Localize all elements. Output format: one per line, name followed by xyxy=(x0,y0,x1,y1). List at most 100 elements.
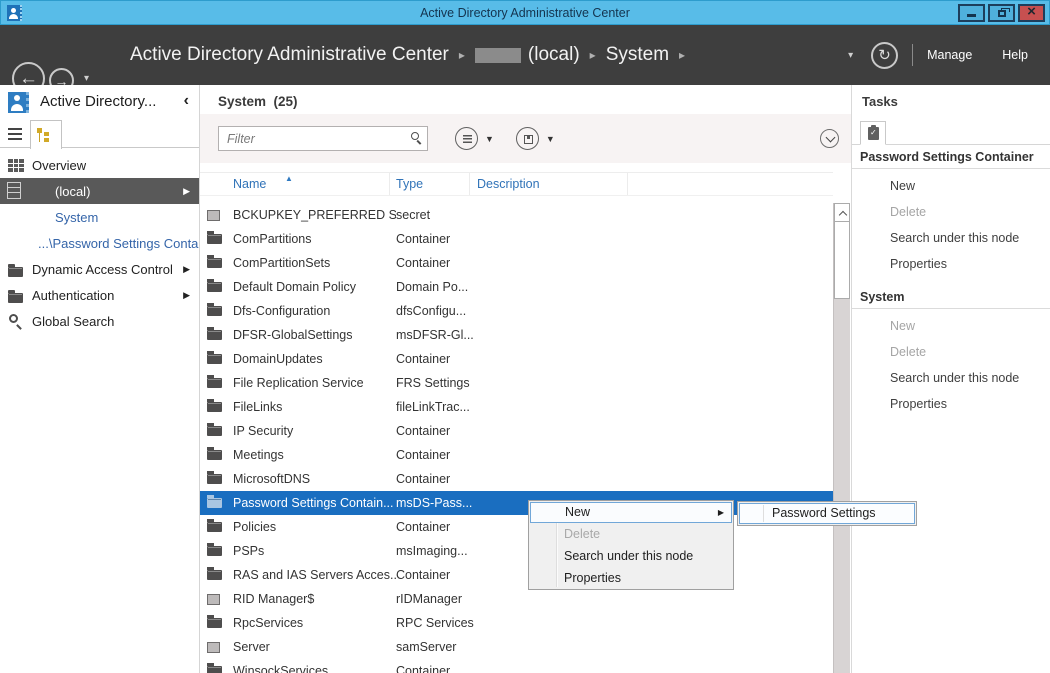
column-header-name[interactable]: Name ▲ xyxy=(200,173,390,195)
cell-name: WinsockServices xyxy=(233,664,396,673)
table-row[interactable]: Server samServer xyxy=(200,635,833,659)
task-item[interactable]: Delete xyxy=(852,339,1050,365)
object-type-icon xyxy=(207,522,222,532)
object-type-icon xyxy=(207,258,222,268)
expand-arrow-icon[interactable]: ▶ xyxy=(183,290,190,301)
criteria-dropdown-icon[interactable]: ▼ xyxy=(485,134,494,144)
restore-button[interactable] xyxy=(988,4,1015,22)
table-row[interactable]: DFSR-GlobalSettings msDFSR-Gl... xyxy=(200,323,833,347)
submenu-item-password-settings[interactable]: Password Settings xyxy=(739,503,915,524)
page-title-text: System xyxy=(218,94,266,109)
redacted-domain-name xyxy=(475,48,521,63)
add-criteria-button[interactable] xyxy=(455,127,478,150)
table-row[interactable]: ComPartitionSets Container xyxy=(200,251,833,275)
clipboard-icon xyxy=(868,127,879,140)
sidebar-item-label: Dynamic Access Control xyxy=(32,262,173,277)
breadcrumb-separator-icon: ▸ xyxy=(459,48,465,62)
tasks-title: Tasks xyxy=(862,94,898,109)
sidebar-item-label: Overview xyxy=(32,158,86,173)
table-row[interactable]: BCKUPKEY_PREFERRED Se... secret xyxy=(200,203,833,227)
tasks-item-list: New Delete Search under this node Proper… xyxy=(852,309,1050,425)
column-header-description[interactable]: Description xyxy=(470,173,628,195)
table-row[interactable]: DomainUpdates Container xyxy=(200,347,833,371)
manage-menu[interactable]: Manage xyxy=(927,48,972,62)
app-icon xyxy=(7,5,22,21)
table-row[interactable]: RAS and IAS Servers Acces... Container xyxy=(200,563,833,587)
breadcrumb-dropdown-icon[interactable]: ▾ xyxy=(848,50,853,61)
sidebar-item-system[interactable]: System xyxy=(0,204,199,230)
context-menu-item[interactable]: Delete xyxy=(529,523,733,545)
expand-arrow-icon[interactable]: ▶ xyxy=(183,264,190,275)
sidebar-item-overview[interactable]: Overview xyxy=(0,152,199,178)
save-query-button[interactable] xyxy=(516,127,539,150)
sidebar-item-password-settings-container[interactable]: ...\Password Settings Contai... xyxy=(0,230,199,256)
tree-view-tab[interactable] xyxy=(30,120,62,149)
context-menu-item-label: New xyxy=(565,505,590,519)
table-row[interactable]: FileLinks fileLinkTrac... xyxy=(200,395,833,419)
scroll-up-icon[interactable] xyxy=(834,203,850,222)
table-row[interactable]: WinsockServices Container xyxy=(200,659,833,673)
tasks-tab[interactable] xyxy=(860,121,886,145)
list-view-tab[interactable] xyxy=(6,125,28,143)
task-item[interactable]: Properties xyxy=(852,391,1050,417)
task-item[interactable]: New xyxy=(852,313,1050,339)
context-menu-item[interactable]: New ▶ xyxy=(530,502,732,523)
scrollbar-thumb[interactable] xyxy=(834,222,850,299)
collapse-pane-icon[interactable]: ‹ xyxy=(184,92,189,110)
cell-name: DFSR-GlobalSettings xyxy=(233,328,396,342)
cell-type: Domain Po... xyxy=(396,280,546,294)
breadcrumb-domain[interactable]: (local) xyxy=(528,44,580,66)
domain-icon xyxy=(7,182,21,199)
object-type-icon xyxy=(207,282,222,292)
object-type-icon xyxy=(207,666,222,673)
sidebar-item-authentication[interactable]: Authentication ▶ xyxy=(0,282,199,308)
task-item[interactable]: New xyxy=(852,173,1050,199)
breadcrumb-root[interactable]: Active Directory Administrative Center xyxy=(130,44,449,66)
task-item[interactable]: Delete xyxy=(852,199,1050,225)
sidebar-item-dynamic-access-control[interactable]: Dynamic Access Control ▶ xyxy=(0,256,199,282)
tasks-panel: Tasks Password Settings Container New De… xyxy=(851,85,1050,673)
context-menu-item[interactable]: Search under this node xyxy=(529,545,733,567)
refresh-button[interactable]: ↻ xyxy=(871,42,898,69)
close-button[interactable]: × xyxy=(1018,4,1045,22)
table-row[interactable]: MicrosoftDNS Container xyxy=(200,467,833,491)
save-dropdown-icon[interactable]: ▼ xyxy=(546,134,555,144)
filter-input[interactable] xyxy=(218,126,428,151)
table-row[interactable]: RpcServices RPC Services xyxy=(200,611,833,635)
task-item[interactable]: Search under this node xyxy=(852,225,1050,251)
sidebar-item-label: Global Search xyxy=(32,314,114,329)
table-row[interactable]: IP Security Container xyxy=(200,419,833,443)
help-menu[interactable]: Help xyxy=(1002,48,1028,62)
context-menu-item[interactable]: Properties xyxy=(529,567,733,589)
cell-name: IP Security xyxy=(233,424,396,438)
task-item[interactable]: Search under this node xyxy=(852,365,1050,391)
breadcrumb: Active Directory Administrative Center ▸… xyxy=(130,25,695,85)
history-dropdown-icon[interactable]: ▾ xyxy=(84,73,89,84)
object-type-icon xyxy=(207,210,220,221)
sidebar-item-global-search[interactable]: Global Search xyxy=(0,308,199,334)
breadcrumb-system[interactable]: System xyxy=(606,44,669,66)
context-menu: New ▶ Delete Search under this node Prop… xyxy=(528,500,734,590)
cell-name: ComPartitions xyxy=(233,232,396,246)
table-row[interactable]: Default Domain Policy Domain Po... xyxy=(200,275,833,299)
task-item[interactable]: Properties xyxy=(852,251,1050,277)
vertical-scrollbar[interactable] xyxy=(833,203,850,673)
table-row[interactable]: File Replication Service FRS Settings xyxy=(200,371,833,395)
column-header-type[interactable]: Type xyxy=(390,173,470,195)
submenu-item-label: Password Settings xyxy=(772,506,876,520)
expand-panel-icon[interactable] xyxy=(820,129,839,148)
sort-ascending-icon: ▲ xyxy=(285,174,293,183)
overview-grid-icon xyxy=(8,159,24,172)
nav-divider xyxy=(912,44,913,66)
cell-name: MicrosoftDNS xyxy=(233,472,396,486)
sidebar-item-local-domain[interactable]: (local) ▶ xyxy=(0,178,199,204)
object-type-icon xyxy=(207,330,222,340)
table-row[interactable]: RID Manager$ rIDManager xyxy=(200,587,833,611)
page-title: System (25) xyxy=(218,94,298,109)
table-row[interactable]: PSPs msImaging... xyxy=(200,539,833,563)
table-row[interactable]: Meetings Container xyxy=(200,443,833,467)
minimize-button[interactable] xyxy=(958,4,985,22)
table-row[interactable]: ComPartitions Container xyxy=(200,227,833,251)
expand-arrow-icon[interactable]: ▶ xyxy=(183,186,190,197)
table-row[interactable]: Dfs-Configuration dfsConfigu... xyxy=(200,299,833,323)
